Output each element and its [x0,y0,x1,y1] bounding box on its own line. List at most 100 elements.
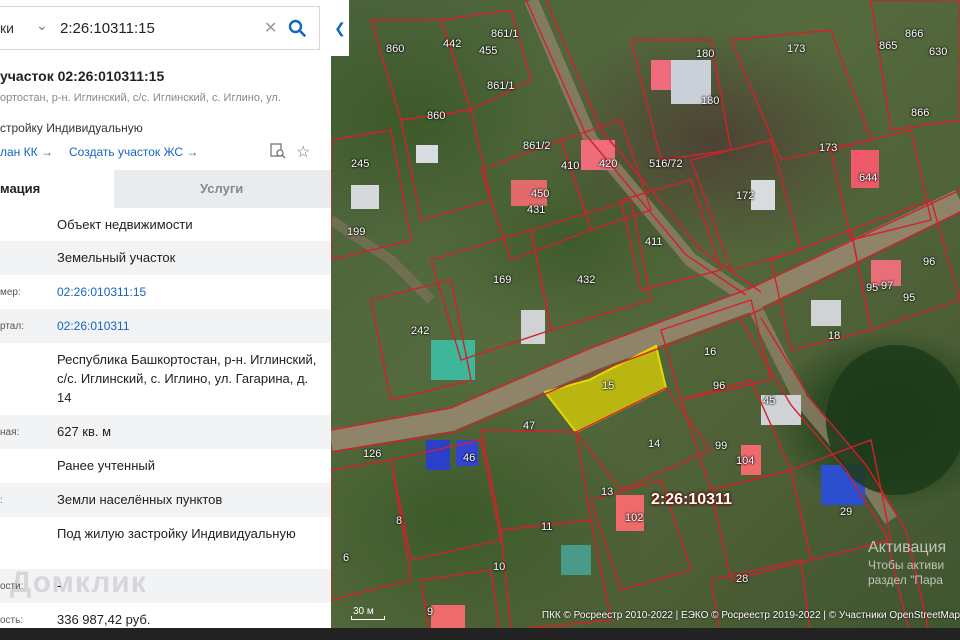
parcel-label: 865 [879,40,898,52]
parcel-label: 860 [427,110,446,122]
star-icon[interactable]: ☆ [296,142,310,162]
roof [651,60,671,90]
parcel-label: 861/2 [523,140,551,152]
tab-services[interactable]: Услуги [114,170,331,208]
parcel-label: 199 [347,226,366,238]
scale-bar [351,616,385,620]
cadastral-number-link[interactable]: 02:26:010311:15 [57,283,322,302]
activation-title: Активация [868,539,947,556]
map-attribution: ПКК © Росреестр 2010-2022 | ЕЭКО © Росре… [541,610,960,621]
info-row: Под жилую застройку Индивидуальную [0,517,331,569]
parcel-label: 516/72 [649,158,683,170]
parcel-label: 45 [763,395,776,407]
parcel-label: 431 [527,204,546,216]
parcel-label: 104 [736,455,755,467]
parcel-label: 172 [736,190,755,202]
parcel-boundaries [331,0,960,640]
object-address: ортостан, р-н. Иглинский, с/с. Иглинский… [0,92,281,104]
parcel-label: 173 [819,142,838,154]
parcel-label: 432 [577,274,596,286]
parcel-label: 11 [541,521,553,533]
info-row: мер: 02:26:010311:15 [0,275,331,309]
roof [426,440,450,470]
taskbar [0,628,960,640]
row-value: Объект недвижимости [57,217,193,232]
cadastral-map[interactable] [331,0,960,640]
row-key: мер: [0,287,21,298]
parcel-label: 442 [443,38,462,50]
row-key: ость: [0,615,24,626]
parcel-label: 29 [840,506,853,518]
parcel-label: 18 [828,330,841,342]
parcel-label: 630 [929,46,948,58]
parcel-label: 96 [923,256,936,268]
info-row: ртал: 02:26:010311 [0,309,331,343]
create-parcel-link[interactable]: Создать участок ЖС → [69,145,198,159]
chevron-down-icon[interactable]: ⌄ [36,17,48,34]
clear-icon[interactable]: ✕ [264,18,277,38]
parcel-label: 95 [903,292,916,304]
parcel-label: 169 [493,274,512,286]
info-row: Республика Башкортостан, р-н. Иглинский,… [0,343,331,415]
tab-info[interactable]: мация [0,170,114,208]
parcel-label: 102 [625,512,644,524]
search-input[interactable]: 2:26:10311:15 [60,20,155,37]
forest [826,345,960,495]
parcel-label: 173 [787,43,806,55]
roof [811,300,841,326]
parcel-label: 411 [645,236,663,248]
quarter-label: 2:26:10311 [651,491,732,508]
map-view[interactable]: 860 442 455 861/1 861/1 860 180 173 865 … [331,0,960,640]
row-value: 336 987,42 руб. [57,612,151,627]
parcel-label: 97 [881,280,894,292]
info-row: : Земли населённых пунктов [0,483,331,517]
row-key: : [0,495,3,506]
tab-services-label: Услуги [200,181,244,196]
parcel-label: 180 [696,48,715,60]
parcel-label: 455 [479,45,498,57]
parcel-label: 644 [859,172,878,184]
info-panel: ки ⌄ 2:26:10311:15 ✕ участок 02:26:01031… [0,0,331,628]
info-row: Объект недвижимости [0,208,331,241]
parcel-label: 13 [601,486,614,498]
roof [351,185,379,209]
plan-kk-link[interactable]: лан КК → [0,145,53,159]
parcel-label: 866 [905,28,924,40]
info-row: ная: 627 кв. м [0,415,331,449]
info-row: ость: 336 987,42 руб. [0,603,331,628]
tab-info-label: мация [0,181,41,196]
parcel-label: 99 [715,440,728,452]
tab-bar: мация Услуги [0,170,331,208]
parcel-label: 861/1 [487,80,515,92]
domclick-logo-watermark: Домклик [10,566,147,599]
parcel-label: 126 [363,448,382,460]
search-type-select[interactable]: ки [0,20,14,36]
search-document-icon[interactable] [270,143,286,164]
parcel-label: 14 [648,438,661,450]
parcel-label: 8 [396,515,403,527]
collapse-panel-button[interactable]: ❮ [331,0,349,56]
row-value: Земли населённых пунктов [57,492,223,507]
parcel-label: 6 [343,552,350,564]
parcel-label: 242 [411,325,430,337]
row-value: Земельный участок [57,250,176,265]
row-value: Республика Башкортостан, р-н. Иглинский,… [57,352,317,405]
search-bar[interactable]: ки ⌄ 2:26:10311:15 ✕ [0,6,320,50]
parcel-label: 860 [386,43,405,55]
info-row: Земельный участок [0,241,331,275]
parcel-label: 866 [911,107,930,119]
chevron-left-icon: ❮ [334,19,346,36]
parcel-label: 28 [736,573,749,585]
roof [431,605,465,630]
windows-activation-watermark: Активация Чтобы активи раздел "Пара [868,538,946,588]
selected-parcel-label[interactable]: 15 [602,380,614,392]
parcel-label: 47 [523,420,536,432]
activation-line: Чтобы активи [868,558,945,572]
quarter-number-link[interactable]: 02:26:010311 [57,317,322,336]
roof [431,340,475,380]
search-icon[interactable] [288,19,306,42]
roof [416,145,438,163]
roof [561,545,591,575]
parcel-label: 245 [351,158,370,170]
parcel-label: 96 [713,380,726,392]
